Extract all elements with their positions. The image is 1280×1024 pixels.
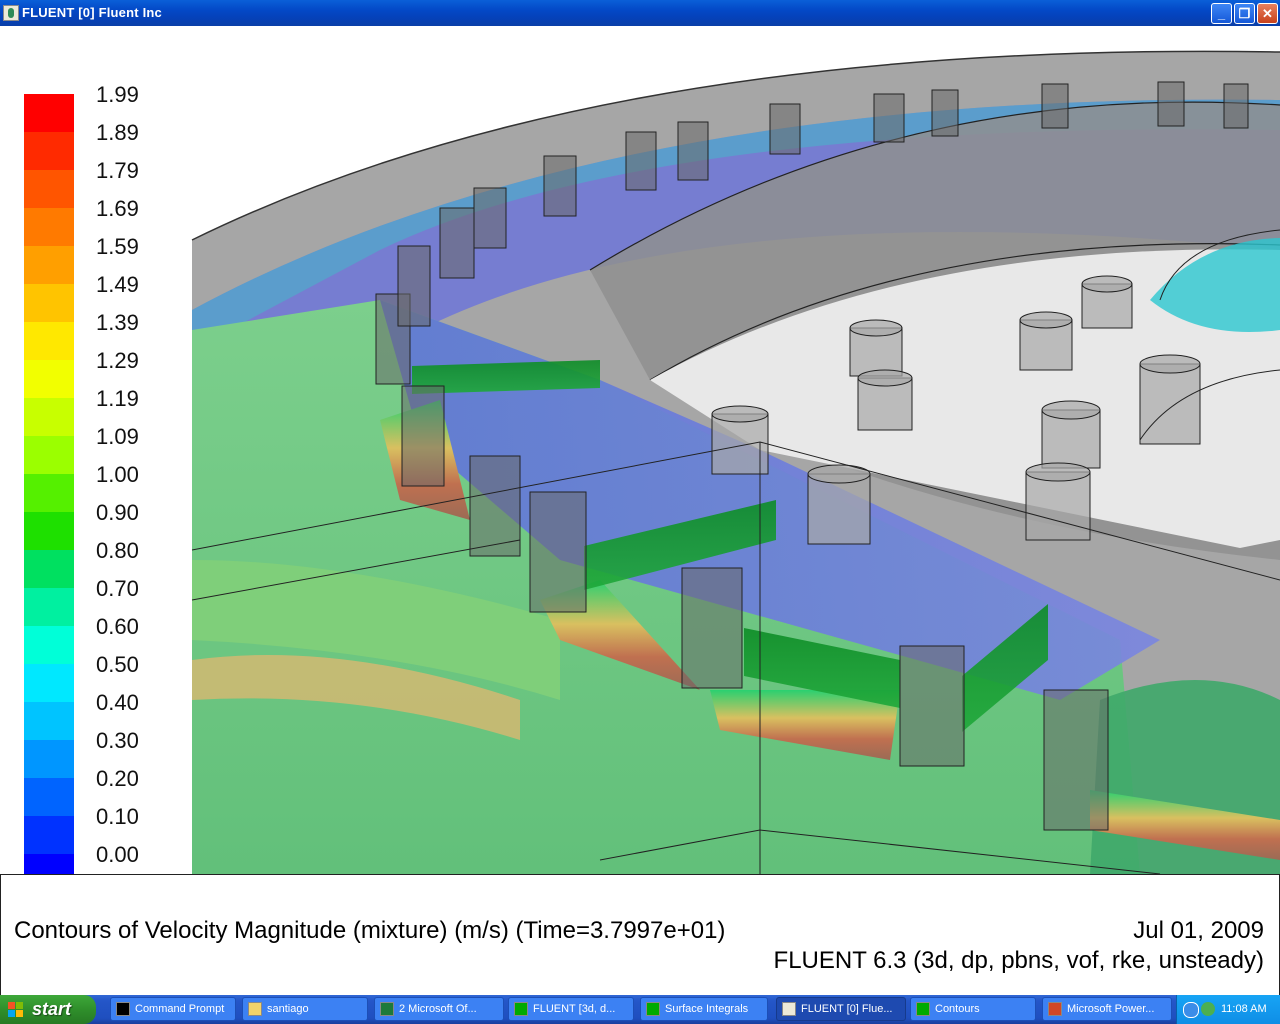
legend-swatch xyxy=(24,132,74,170)
legend-label: 0.50 xyxy=(96,652,139,677)
legend-swatch xyxy=(24,778,74,816)
color-legend-bar xyxy=(24,94,74,874)
system-tray: 11:08 AM xyxy=(1176,995,1280,1024)
plot-date: Jul 01, 2009 xyxy=(1133,917,1264,944)
legend-label: 1.99 xyxy=(96,82,139,107)
taskbar-item-contours[interactable]: Contours xyxy=(910,997,1036,1021)
legend-swatch xyxy=(24,588,74,626)
taskbar-item-fluent-3d[interactable]: FLUENT [3d, d... xyxy=(508,997,634,1021)
legend-label: 1.89 xyxy=(96,120,139,145)
close-button[interactable]: ✕ xyxy=(1257,3,1278,24)
powerpoint-icon xyxy=(1048,1002,1062,1016)
maximize-button[interactable]: ❐ xyxy=(1234,3,1255,24)
taskbar: start Command Prompt santiago 2 Microsof… xyxy=(0,995,1280,1024)
legend-label: 1.69 xyxy=(96,196,139,221)
fluent-icon xyxy=(514,1002,528,1016)
legend-label: 0.90 xyxy=(96,500,139,525)
taskbar-item-microsoft-powerpoint[interactable]: Microsoft Power... xyxy=(1042,997,1172,1021)
graphics-viewport[interactable]: 1.99 1.89 1.79 1.69 1.59 1.49 1.39 1.29 1.19 1.09… xyxy=(0,26,1280,874)
legend-label: 1.29 xyxy=(96,348,139,373)
windows-logo-icon xyxy=(8,1002,24,1018)
legend-label: 0.70 xyxy=(96,576,139,601)
legend-swatch xyxy=(24,436,74,474)
tray-expand-icon[interactable] xyxy=(1183,1002,1199,1018)
fluent-app-icon[interactable] xyxy=(3,5,19,21)
legend-label: 1.79 xyxy=(96,158,139,183)
legend-label: 0.80 xyxy=(96,538,139,563)
legend-label: 0.10 xyxy=(96,804,139,829)
taskbar-item-command-prompt[interactable]: Command Prompt xyxy=(110,997,236,1021)
legend-swatch xyxy=(24,246,74,284)
legend-swatch xyxy=(24,170,74,208)
window-title: FLUENT [0] Fluent Inc xyxy=(22,5,162,20)
legend-swatch xyxy=(24,816,74,854)
legend-label: 1.09 xyxy=(96,424,139,449)
legend-swatch xyxy=(24,208,74,246)
command-prompt-icon xyxy=(116,1002,130,1016)
legend-swatch xyxy=(24,854,74,874)
start-label: start xyxy=(32,999,72,1019)
legend-swatch xyxy=(24,702,74,740)
legend-swatch xyxy=(24,740,74,778)
legend-label: 0.40 xyxy=(96,690,139,715)
minimize-button[interactable]: _ xyxy=(1211,3,1232,24)
solver-version: FLUENT 6.3 (3d, dp, pbns, vof, rke, unst… xyxy=(773,947,1264,974)
plot-caption: Contours of Velocity Magnitude (mixture)… xyxy=(0,874,1280,996)
start-button[interactable]: start xyxy=(0,995,96,1024)
cfd-contour-scene xyxy=(191,50,1280,874)
legend-swatch xyxy=(24,474,74,512)
excel-icon xyxy=(380,1002,394,1016)
legend-swatch xyxy=(24,512,74,550)
fluent-icon xyxy=(646,1002,660,1016)
legend-label: 1.39 xyxy=(96,310,139,335)
legend-label: 0.30 xyxy=(96,728,139,753)
legend-label: 0.20 xyxy=(96,766,139,791)
taskbar-item-surface-integrals[interactable]: Surface Integrals xyxy=(640,997,768,1021)
legend-label: 1.59 xyxy=(96,234,139,259)
legend-label: 0.60 xyxy=(96,614,139,639)
taskbar-item-microsoft-office-group[interactable]: 2 Microsoft Of... xyxy=(374,997,504,1021)
legend-label: 1.49 xyxy=(96,272,139,297)
fluent-icon xyxy=(782,1002,796,1016)
legend-swatch xyxy=(24,550,74,588)
title-bar: FLUENT [0] Fluent Inc _ ❐ ✕ xyxy=(0,0,1280,26)
legend-swatch xyxy=(24,360,74,398)
taskbar-item-fluent-0[interactable]: FLUENT [0] Flue... xyxy=(776,997,906,1021)
legend-label: 0.00 xyxy=(96,842,139,867)
legend-swatch xyxy=(24,398,74,436)
legend-swatch xyxy=(24,284,74,322)
fluent-icon xyxy=(916,1002,930,1016)
clock: 11:08 AM xyxy=(1221,1003,1267,1015)
legend-swatch xyxy=(24,322,74,360)
taskbar-item-santiago[interactable]: santiago xyxy=(242,997,368,1021)
legend-swatch xyxy=(24,664,74,702)
plot-description: Contours of Velocity Magnitude (mixture)… xyxy=(14,917,726,944)
legend-label: 1.00 xyxy=(96,462,139,487)
folder-icon xyxy=(248,1002,262,1016)
legend-label: 1.19 xyxy=(96,386,139,411)
legend-swatch xyxy=(24,94,74,132)
legend-swatch xyxy=(24,626,74,664)
network-icon[interactable] xyxy=(1201,1002,1215,1016)
